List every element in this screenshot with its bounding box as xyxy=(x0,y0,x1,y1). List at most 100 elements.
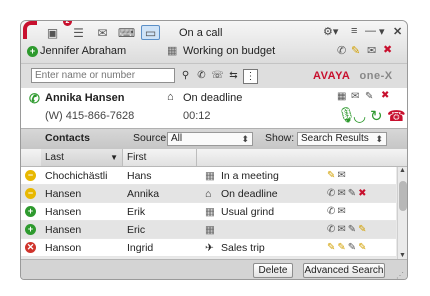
source-label: Source: xyxy=(133,132,170,144)
user-name[interactable]: Jennifer Abraham xyxy=(40,45,126,57)
maximize-icon[interactable]: ▾ xyxy=(379,25,385,38)
app-corner-accent xyxy=(23,21,37,39)
call-email-icon[interactable]: ✉ xyxy=(351,91,359,102)
sort-down-icon: ▼ xyxy=(110,153,118,162)
do-not-disturb-icon[interactable]: ✖ xyxy=(383,43,392,56)
row-actions[interactable]: ✆✉✎✎ xyxy=(327,221,369,239)
cell-last: Hanson xyxy=(45,242,82,254)
search-input[interactable] xyxy=(31,68,175,83)
im-icon: ✎ xyxy=(358,242,369,253)
vertical-scrollbar[interactable]: ▲ ▼ xyxy=(397,167,407,259)
phone-icon[interactable]: ✆ xyxy=(337,44,346,57)
scroll-down-icon[interactable]: ▼ xyxy=(399,252,406,259)
conference-icon[interactable]: ☏ xyxy=(211,69,224,82)
table-row[interactable]: − Hansen Annika ⌂ On deadline ✆✉✎✖ xyxy=(21,185,396,203)
cell-status: Sales trip xyxy=(221,242,265,254)
email-icon[interactable]: ✉ xyxy=(367,44,376,57)
contacts-list-icon[interactable]: ☰ xyxy=(69,25,88,40)
hold-icon[interactable]: ◡ xyxy=(353,107,366,125)
cell-last: Hansen xyxy=(45,206,82,218)
contact-info-icon[interactable]: ▦ xyxy=(337,91,346,102)
call-close-icon[interactable]: ✖ xyxy=(381,90,389,101)
home-icon: ⌂ xyxy=(167,91,174,103)
source-value: All xyxy=(171,133,183,144)
im-icon[interactable]: ✎ xyxy=(327,170,337,181)
brand-logo-left: AVAYA xyxy=(313,70,350,82)
column-header-first-label: First xyxy=(127,152,147,163)
dial-icon[interactable]: ✆ xyxy=(195,69,208,82)
search-bar: ⚲ ✆ ☏ ⇆ ⋮ AVAYA one-X xyxy=(21,63,407,88)
active-call-panel: ✆ Annika Hansen (W) 415-866-7628 ⌂ On de… xyxy=(21,88,407,128)
presence-available-icon: + xyxy=(25,224,36,235)
active-call-number: (W) 415-866-7628 xyxy=(45,110,135,122)
advanced-search-button[interactable]: Advanced Search xyxy=(303,263,385,278)
cell-first: Hans xyxy=(127,170,152,182)
cell-status: On deadline xyxy=(221,188,278,200)
cell-first: Eric xyxy=(127,224,146,236)
user-presence-available-icon[interactable]: + xyxy=(27,46,38,57)
brand-logo-right: one-X xyxy=(359,70,393,82)
chat-icon[interactable]: ✉ xyxy=(93,25,112,40)
footer-bar: Delete Advanced Search ⋰ xyxy=(21,259,407,279)
messages-icon[interactable]: ▣ xyxy=(43,25,62,40)
im-icon: ✎✎ xyxy=(327,242,348,253)
column-header-last[interactable]: Last ▼ xyxy=(41,149,123,166)
transfer-call-icon[interactable]: ↻ xyxy=(370,107,383,125)
cell-first: Erik xyxy=(127,206,146,218)
cell-last: Hansen xyxy=(45,188,82,200)
show-dropdown[interactable]: Search Results ⬍ xyxy=(297,132,387,146)
row-actions[interactable]: ✆✉ xyxy=(327,203,348,221)
contacts-label: Contacts xyxy=(45,132,90,144)
menu-icon[interactable]: ≡ xyxy=(351,25,357,37)
do-not-disturb-icon: ✖ xyxy=(358,188,369,199)
call-chat-icon[interactable]: ✎ xyxy=(365,91,373,102)
app-window: ▣ 2 ☰ ✉ ⌨ ▭ On a call ⚙▾ ≡ — ▾ ✕ + Jenni… xyxy=(20,20,408,280)
building-icon: ▦ xyxy=(167,45,178,57)
row-actions[interactable]: ✎✎✎✎ xyxy=(327,239,369,257)
cell-status: Usual grind xyxy=(221,206,275,218)
user-status-message[interactable]: Working on budget xyxy=(183,45,275,57)
header-bar: ▣ 2 ☰ ✉ ⌨ ▭ On a call ⚙▾ ≡ — ▾ ✕ + Jenni… xyxy=(21,21,407,63)
scroll-up-icon[interactable]: ▲ xyxy=(399,167,406,174)
dialpad-icon[interactable]: ⋮ xyxy=(243,69,258,84)
minimize-icon[interactable]: — xyxy=(365,25,376,37)
row-actions[interactable]: ✆✉✎✖ xyxy=(327,185,369,203)
cell-last: Hansen xyxy=(45,224,82,236)
presence-busy-icon: − xyxy=(25,170,36,181)
phone-screen-icon[interactable]: ▭ xyxy=(141,25,160,40)
cell-first: Annika xyxy=(127,188,160,200)
building-icon: ▦ xyxy=(205,224,215,236)
active-call-status: On deadline xyxy=(183,92,243,104)
show-label: Show: xyxy=(265,132,295,144)
column-header-last-label: Last xyxy=(45,152,64,163)
scrollbar-thumb[interactable] xyxy=(399,181,407,211)
presence-offline-icon: ✕ xyxy=(25,242,36,253)
hang-up-icon[interactable]: ☎ xyxy=(387,107,406,125)
table-row[interactable]: − Chochichästli Hans ▦ In a meeting ✎✉ xyxy=(21,167,396,185)
presence-available-icon: + xyxy=(25,206,36,217)
close-icon[interactable]: ✕ xyxy=(393,25,402,38)
delete-button[interactable]: Delete xyxy=(253,263,293,278)
history-icon[interactable]: ⌨ xyxy=(117,25,136,40)
table-row[interactable]: + Hansen Eric ▦ ✆✉✎✎ xyxy=(21,221,396,239)
chevron-updown-icon: ⬍ xyxy=(375,134,383,144)
row-actions[interactable]: ✎✉ xyxy=(327,167,348,185)
show-value: Search Results xyxy=(301,133,369,144)
column-header-first[interactable]: First xyxy=(123,149,197,166)
active-call-duration: 00:12 xyxy=(183,110,211,122)
cell-last: Chochichästli xyxy=(45,170,108,182)
source-dropdown[interactable]: All ⬍ xyxy=(167,132,253,146)
building-icon: ▦ xyxy=(205,206,215,218)
table-row[interactable]: + Hansen Erik ▦ Usual grind ✆✉ xyxy=(21,203,396,221)
settings-menu-icon[interactable]: ⚙▾ xyxy=(323,25,338,38)
chevron-updown-icon: ⬍ xyxy=(241,134,249,144)
brand-logo: AVAYA one-X xyxy=(313,70,393,82)
im-icon[interactable]: ✎ xyxy=(351,44,360,57)
contacts-toolbar: Contacts Source: All ⬍ Show: Search Resu… xyxy=(21,128,407,149)
table-header: Last ▼ First xyxy=(21,149,407,167)
search-icon[interactable]: ⚲ xyxy=(179,69,192,82)
airplane-icon: ✈ xyxy=(205,242,214,254)
table-row[interactable]: ✕ Hanson Ingrid ✈ Sales trip ✎✎✎✎ xyxy=(21,239,396,257)
resize-grip-icon[interactable]: ⋰ xyxy=(396,271,404,279)
transfer-icon[interactable]: ⇆ xyxy=(227,69,240,82)
